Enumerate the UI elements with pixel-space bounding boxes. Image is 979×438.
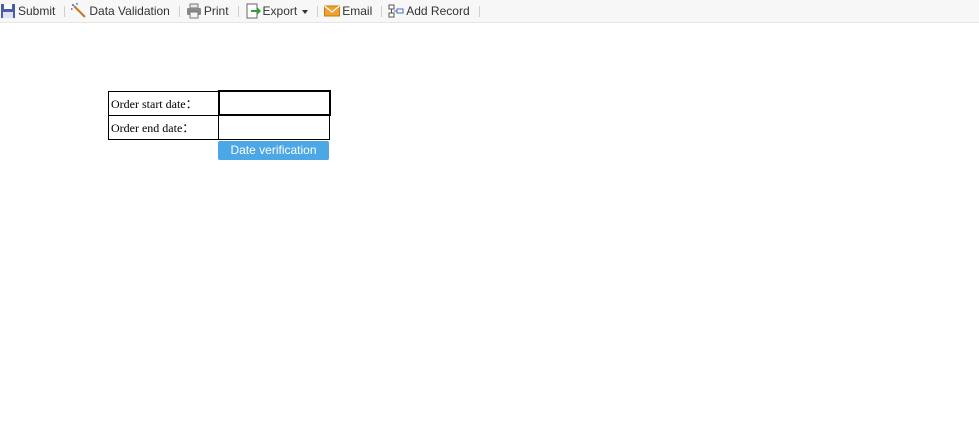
start-date-row: Order start date：	[108, 90, 331, 116]
submit-label: Submit	[18, 4, 56, 18]
toolbar-divider	[478, 5, 480, 17]
print-button[interactable]: Print	[186, 1, 229, 21]
toolbar: Submit Data Validation Print Export Emai…	[0, 0, 979, 23]
end-date-cell[interactable]	[218, 114, 330, 140]
chevron-down-icon	[302, 9, 309, 14]
add-record-icon	[388, 3, 404, 19]
envelope-icon	[324, 3, 341, 19]
end-date-input[interactable]	[219, 116, 329, 139]
add-record-button[interactable]: Add Record	[388, 1, 470, 21]
date-form: Order start date： Order end date：	[108, 90, 331, 140]
date-verification-button[interactable]: Date verification	[218, 141, 329, 160]
data-validation-label: Data Validation	[89, 4, 170, 18]
start-date-input[interactable]	[219, 92, 329, 114]
export-label: Export	[262, 4, 298, 18]
toolbar-divider	[381, 5, 383, 17]
export-icon	[245, 3, 261, 19]
end-date-label: Order end date：	[108, 114, 219, 140]
email-button[interactable]: Email	[324, 1, 372, 21]
printer-icon	[186, 3, 202, 19]
submit-button[interactable]: Submit	[0, 1, 55, 21]
toolbar-divider	[317, 5, 319, 17]
add-record-label: Add Record	[406, 4, 470, 18]
toolbar-divider	[178, 5, 180, 17]
email-label: Email	[342, 4, 373, 18]
validate-wand-icon	[71, 3, 87, 19]
end-date-row: Order end date：	[108, 114, 330, 140]
start-date-label: Order start date：	[108, 90, 219, 116]
toolbar-divider	[64, 5, 66, 17]
start-date-cell[interactable]	[217, 90, 331, 116]
save-icon	[0, 3, 16, 19]
export-button[interactable]: Export	[245, 1, 309, 21]
print-label: Print	[203, 4, 229, 18]
toolbar-divider	[237, 5, 239, 17]
data-validation-button[interactable]: Data Validation	[71, 1, 170, 21]
